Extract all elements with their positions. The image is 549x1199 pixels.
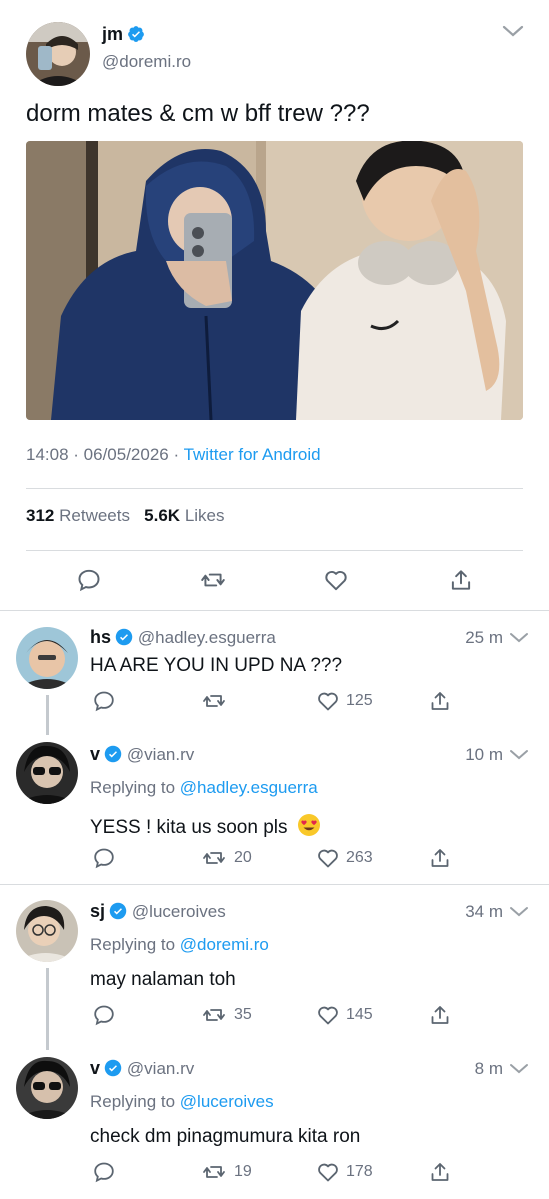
- likes-label: Likes: [184, 506, 225, 525]
- display-name[interactable]: v: [90, 1058, 100, 1078]
- divider: [0, 610, 549, 611]
- reply-icon[interactable]: [92, 1003, 118, 1029]
- retweets-count: 312: [26, 506, 55, 525]
- verified-badge-icon: [127, 25, 145, 43]
- reply-icon[interactable]: [76, 567, 102, 593]
- reply-time: 8 m: [474, 1059, 503, 1078]
- reply-time: 25 m: [465, 628, 503, 647]
- verified-badge-icon: [104, 745, 122, 763]
- reply-time: 10 m: [465, 745, 503, 764]
- replying-to-label: Replying to: [90, 1092, 176, 1111]
- tweet-time: 14:08: [26, 445, 69, 464]
- chevron-down-icon[interactable]: [500, 22, 526, 40]
- retweet-icon[interactable]: [202, 846, 228, 872]
- like-icon[interactable]: [316, 1003, 342, 1029]
- thread-line: [46, 695, 49, 735]
- handle[interactable]: @doremi.ro: [102, 52, 191, 72]
- chevron-down-icon[interactable]: [508, 747, 530, 763]
- display-name[interactable]: hs: [90, 627, 111, 647]
- retweet-count: 20: [234, 849, 252, 866]
- like-icon[interactable]: [316, 846, 342, 872]
- divider: [0, 884, 549, 885]
- likes-count: 5.6K: [144, 506, 181, 525]
- replying-to-link[interactable]: @doremi.ro: [180, 935, 269, 954]
- replying-to-link[interactable]: @hadley.esguerra: [180, 778, 318, 797]
- tweet-photo[interactable]: [26, 141, 523, 420]
- share-icon[interactable]: [448, 567, 474, 593]
- like-count: 263: [346, 849, 373, 866]
- display-name[interactable]: jm: [102, 24, 123, 44]
- like-icon[interactable]: [323, 567, 349, 593]
- reply-text: may nalaman toh: [90, 969, 236, 990]
- avatar[interactable]: [16, 1057, 78, 1119]
- like-count: 178: [346, 1163, 373, 1180]
- retweet-icon[interactable]: [200, 567, 226, 593]
- verified-badge-icon: [109, 902, 127, 920]
- heart-eyes-emoji-icon: [297, 813, 321, 843]
- reply-text: YESS ! kita us soon pls: [90, 817, 288, 838]
- handle[interactable]: @hadley.esguerra: [138, 628, 276, 647]
- display-name[interactable]: v: [90, 744, 100, 764]
- chevron-down-icon[interactable]: [508, 630, 530, 646]
- verified-badge-icon: [104, 1059, 122, 1077]
- retweet-count: 35: [234, 1006, 252, 1023]
- retweet-count: 19: [234, 1163, 252, 1180]
- likes-stat[interactable]: 5.6K Likes: [144, 506, 224, 525]
- display-name[interactable]: sj: [90, 901, 105, 921]
- divider: [26, 550, 523, 551]
- share-icon[interactable]: [428, 689, 454, 715]
- verified-badge-icon: [115, 628, 133, 646]
- avatar[interactable]: [16, 742, 78, 804]
- tweet-date: 06/05/2026: [83, 445, 169, 464]
- divider: [26, 488, 523, 489]
- retweets-stat[interactable]: 312 Retweets: [26, 506, 135, 525]
- retweet-icon[interactable]: [202, 1003, 228, 1029]
- like-icon[interactable]: [316, 1160, 342, 1186]
- handle[interactable]: @vian.rv: [127, 1059, 194, 1078]
- reply-text: HA ARE YOU IN UPD NA ???: [90, 655, 343, 676]
- tweet-source-link[interactable]: Twitter for Android: [184, 445, 321, 464]
- retweets-label: Retweets: [59, 506, 130, 525]
- retweet-icon[interactable]: [202, 1160, 228, 1186]
- reply-time: 34 m: [465, 902, 503, 921]
- replying-to-label: Replying to: [90, 935, 176, 954]
- like-count: 145: [346, 1006, 373, 1023]
- tweet-text: dorm mates & cm w bff trew ???: [26, 100, 370, 127]
- replying-to-link[interactable]: @luceroives: [180, 1092, 274, 1111]
- chevron-down-icon[interactable]: [508, 1061, 530, 1077]
- like-icon[interactable]: [316, 689, 342, 715]
- like-count: 125: [346, 692, 373, 709]
- share-icon[interactable]: [428, 846, 454, 872]
- reply-icon[interactable]: [92, 1160, 118, 1186]
- share-icon[interactable]: [428, 1003, 454, 1029]
- replying-to-label: Replying to: [90, 778, 176, 797]
- avatar[interactable]: [16, 627, 78, 689]
- share-icon[interactable]: [428, 1160, 454, 1186]
- handle[interactable]: @vian.rv: [127, 745, 194, 764]
- avatar[interactable]: [26, 22, 90, 86]
- retweet-icon[interactable]: [202, 689, 228, 715]
- reply-text: check dm pinagmumura kita ron: [90, 1126, 361, 1147]
- reply-icon[interactable]: [92, 846, 118, 872]
- reply-icon[interactable]: [92, 689, 118, 715]
- handle[interactable]: @luceroives: [132, 902, 226, 921]
- thread-line: [46, 968, 49, 1050]
- chevron-down-icon[interactable]: [508, 904, 530, 920]
- avatar[interactable]: [16, 900, 78, 962]
